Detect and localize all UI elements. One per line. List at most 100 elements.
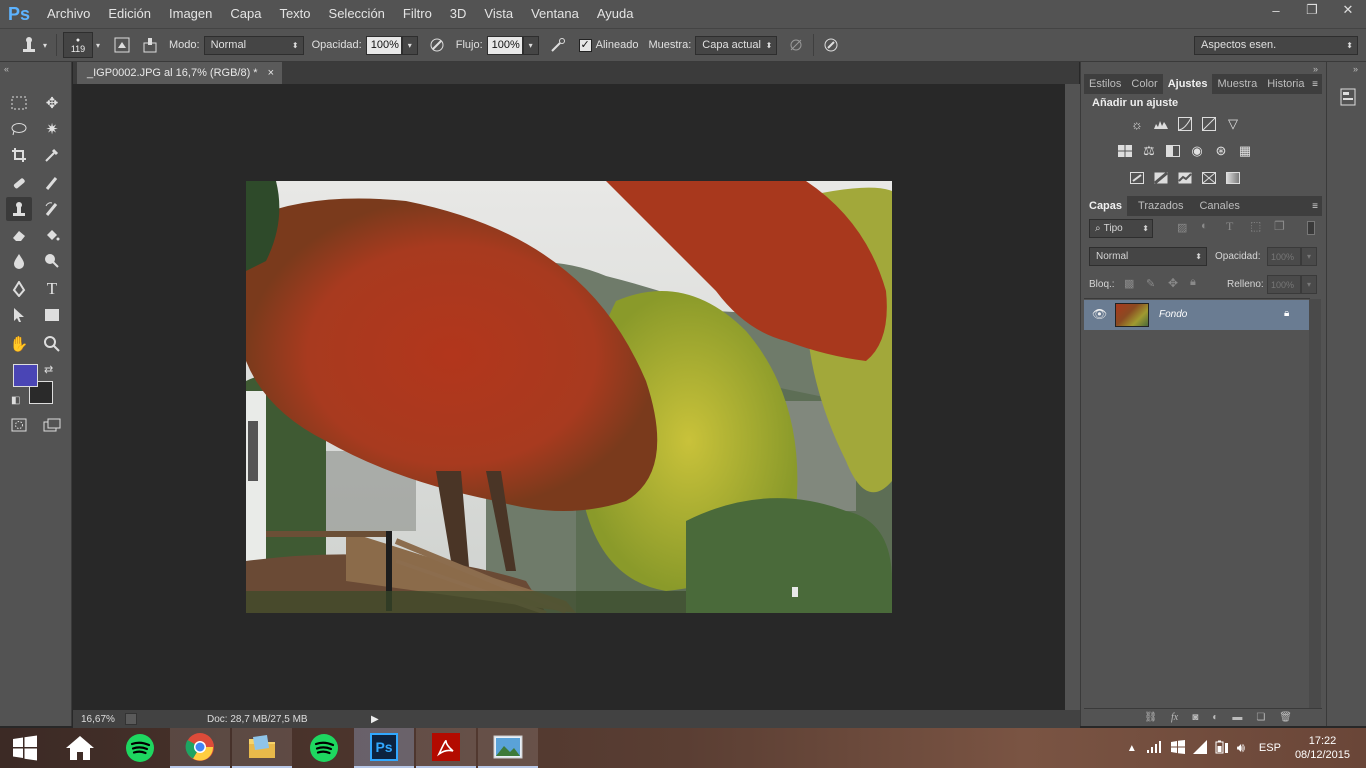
trash-icon[interactable]: 🗑︎ [1279, 712, 1292, 723]
menu-capa[interactable]: Capa [221, 0, 270, 28]
network-signal-icon[interactable] [1146, 740, 1163, 756]
rectangular-marquee-icon[interactable] [6, 91, 32, 115]
pen-icon[interactable] [6, 277, 32, 301]
menu-seleccion[interactable]: Selección [320, 0, 394, 28]
threshold-icon[interactable] [1176, 170, 1194, 186]
workspace-select[interactable]: Aspectos esen. ⬍ [1194, 35, 1358, 55]
menu-filtro[interactable]: Filtro [394, 0, 441, 28]
hue-saturation-icon[interactable] [1116, 143, 1134, 159]
menu-imagen[interactable]: Imagen [160, 0, 221, 28]
posterize-icon[interactable] [1152, 170, 1170, 186]
language-indicator[interactable]: ESP [1259, 742, 1281, 754]
menu-archivo[interactable]: Archivo [38, 0, 99, 28]
windows-icon[interactable] [1170, 739, 1185, 757]
flujo-input[interactable]: 100% [486, 35, 523, 55]
fill-dropdown[interactable]: ▾ [1301, 275, 1317, 294]
opacidad-input[interactable]: 100% [365, 35, 402, 55]
flujo-dropdown[interactable]: ▾ [522, 35, 539, 55]
add-mask-icon[interactable]: ◙ [1192, 712, 1198, 723]
document-tab[interactable]: _IGP0002.JPG al 16,7% (RGB/8) * × [77, 62, 283, 84]
collapse-panel-icon[interactable]: « [4, 64, 9, 74]
airbrush-icon[interactable] [547, 34, 569, 56]
spotify-icon[interactable] [110, 728, 170, 768]
wifi-icon[interactable] [1192, 739, 1207, 757]
windows-start-button[interactable] [0, 728, 50, 768]
photos-icon[interactable] [478, 728, 538, 768]
layer-opacity-input[interactable]: 100% [1267, 247, 1301, 266]
rectangle-shape-icon[interactable] [39, 303, 65, 327]
tab-capas[interactable]: Capas [1084, 196, 1128, 216]
filter-adjustment-icon[interactable]: ◐ [1201, 220, 1208, 232]
curves-icon[interactable] [1176, 116, 1194, 132]
lock-transparency-icon[interactable]: ▩ [1124, 277, 1134, 290]
blur-icon[interactable] [6, 249, 32, 273]
clone-source-panel-icon[interactable] [139, 34, 161, 56]
close-button[interactable]: ✕ [1330, 0, 1366, 20]
foreground-color-swatch[interactable] [13, 364, 38, 387]
panel-menu-icon[interactable]: ≡ [1312, 79, 1322, 90]
vibrance-icon[interactable]: ▽ [1224, 116, 1242, 132]
menu-3d[interactable]: 3D [441, 0, 476, 28]
tab-historia[interactable]: Historia [1262, 74, 1309, 94]
filter-toggle[interactable] [1307, 221, 1315, 235]
paint-bucket-icon[interactable] [39, 223, 65, 247]
brightness-contrast-icon[interactable]: ☼ [1128, 116, 1146, 132]
lock-all-icon[interactable]: 🔒︎ [1190, 276, 1196, 289]
photo-filter-icon[interactable]: ◉ [1188, 143, 1206, 159]
photoshop-taskbar-icon[interactable]: Ps [354, 728, 414, 768]
layer-style-icon[interactable]: fx [1171, 712, 1178, 723]
vertical-scrollbar[interactable] [1065, 84, 1080, 710]
fill-input[interactable]: 100% [1267, 275, 1301, 294]
status-share-icon[interactable] [125, 713, 137, 725]
eraser-icon[interactable] [6, 223, 32, 247]
levels-icon[interactable] [1152, 116, 1170, 132]
new-layer-icon[interactable]: ❏ [1256, 712, 1265, 723]
crop-icon[interactable] [6, 143, 32, 167]
alineado-checkbox[interactable]: ✓ [578, 38, 592, 52]
tab-canales[interactable]: Canales [1194, 196, 1244, 216]
dodge-icon[interactable] [39, 249, 65, 273]
status-menu-arrow-icon[interactable]: ▶ [371, 714, 379, 725]
pressure-size-icon[interactable] [820, 34, 842, 56]
modo-select[interactable]: Normal ⬍ [203, 35, 304, 55]
close-tab-icon[interactable]: × [268, 67, 274, 79]
file-explorer-icon[interactable] [232, 728, 292, 768]
acrobat-icon[interactable] [416, 728, 476, 768]
gradient-map-icon[interactable] [1224, 170, 1242, 186]
color-lookup-icon[interactable]: ▦ [1236, 143, 1254, 159]
volume-icon[interactable]: 🔊︎ [1237, 740, 1245, 756]
filter-pixel-icon[interactable]: ▨ [1177, 221, 1187, 234]
spotify-icon[interactable] [294, 728, 354, 768]
lasso-icon[interactable] [6, 117, 32, 141]
tab-muestras[interactable]: Muestra [1212, 74, 1262, 94]
menu-ayuda[interactable]: Ayuda [588, 0, 643, 28]
lock-position-icon[interactable]: ✥ [1168, 276, 1178, 290]
clone-stamp-icon[interactable] [6, 197, 32, 221]
screen-mode-icon[interactable] [39, 413, 65, 437]
brush-size-picker[interactable]: ● 119 [63, 32, 93, 58]
chevron-down-icon[interactable]: ▾ [93, 34, 103, 56]
black-white-icon[interactable] [1164, 143, 1182, 159]
restore-button[interactable]: ❐ [1294, 0, 1330, 20]
clock[interactable]: 17:22 08/12/2015 [1295, 734, 1350, 762]
panel-menu-icon[interactable]: ≡ [1312, 201, 1322, 212]
exposure-icon[interactable] [1200, 116, 1218, 132]
menu-texto[interactable]: Texto [270, 0, 319, 28]
filter-smart-object-icon[interactable]: ❐ [1274, 219, 1285, 233]
brush-icon[interactable] [39, 171, 65, 195]
filter-shape-icon[interactable]: ⬚ [1250, 219, 1261, 233]
zoom-icon[interactable] [39, 332, 65, 356]
type-icon[interactable]: T [39, 277, 65, 301]
menu-ventana[interactable]: Ventana [522, 0, 588, 28]
canvas-area[interactable] [73, 84, 1065, 710]
filter-type-icon[interactable]: T [1226, 219, 1233, 234]
quick-mask-icon[interactable] [6, 413, 32, 437]
clone-stamp-preset-icon[interactable] [18, 34, 40, 56]
menu-edicion[interactable]: Edición [99, 0, 160, 28]
tab-color[interactable]: Color [1126, 74, 1162, 94]
chevron-down-icon[interactable]: ▾ [40, 34, 50, 56]
selective-color-icon[interactable] [1200, 170, 1218, 186]
history-brush-icon[interactable] [39, 197, 65, 221]
hand-icon[interactable]: ✋ [6, 332, 32, 356]
pressure-opacity-icon[interactable] [426, 34, 448, 56]
